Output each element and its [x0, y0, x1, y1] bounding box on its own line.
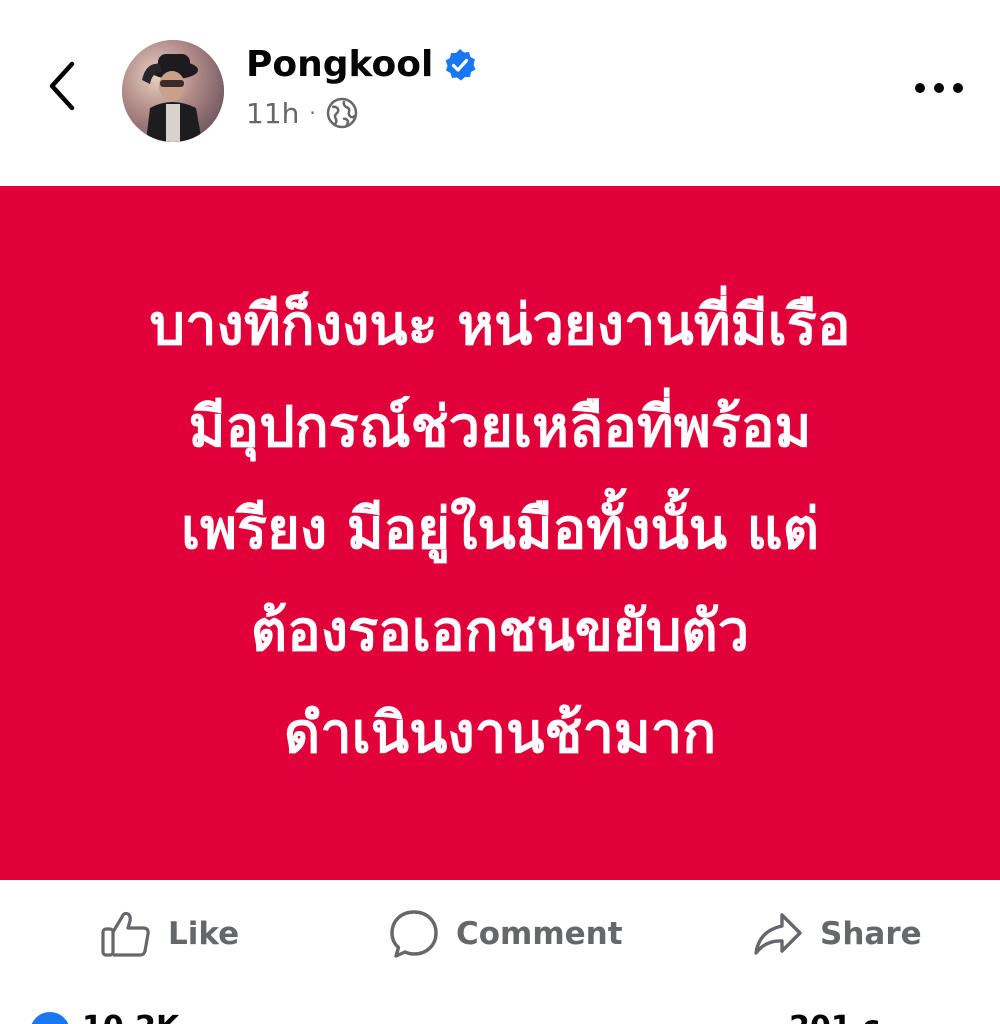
share-label: Share: [820, 916, 922, 952]
avatar-image: [122, 40, 224, 142]
meta-separator: ·: [309, 101, 316, 125]
post-action-bar: Like Comment Share: [0, 880, 1000, 984]
post-text-line: บางทีก็งงนะ หน่วยงานที่มีเรือ: [149, 293, 851, 358]
author-name[interactable]: Pongkool: [246, 42, 433, 88]
avatar[interactable]: [122, 40, 224, 142]
share-button[interactable]: Share: [752, 908, 922, 960]
comment-count[interactable]: 201 c: [789, 1010, 880, 1024]
back-button[interactable]: [32, 54, 92, 118]
like-button[interactable]: Like: [100, 908, 239, 960]
reaction-count[interactable]: 10.2K: [82, 1010, 179, 1024]
chevron-left-icon: [49, 61, 75, 111]
comment-label: Comment: [456, 916, 623, 952]
post-text-line: เพรียง มีอยู่ในมือทั้งนั้น แต่: [180, 497, 820, 562]
post-text-line: ดำเนินงานช้ามาก: [283, 701, 717, 766]
comment-button[interactable]: Comment: [388, 908, 623, 960]
ellipsis-icon: [915, 83, 963, 93]
post-time[interactable]: 11h: [246, 97, 299, 130]
post-content-card[interactable]: บางทีก็งงนะ หน่วยงานที่มีเรือ มีอุปกรณ์ช…: [0, 186, 1000, 880]
like-label: Like: [168, 916, 240, 952]
like-reaction-icon[interactable]: [30, 1012, 70, 1024]
post-meta: 11h ·: [246, 95, 358, 131]
share-arrow-icon: [754, 913, 802, 955]
verified-badge-icon: [445, 49, 476, 81]
author-name-row[interactable]: Pongkool: [246, 42, 477, 88]
post-text: บางทีก็งงนะ หน่วยงานที่มีเรือ มีอุปกรณ์ช…: [50, 275, 950, 785]
globe-icon[interactable]: [326, 97, 358, 129]
post-header: Pongkool 11h ·: [0, 0, 1000, 186]
post-text-line: มีอุปกรณ์ช่วยเหลือที่พร้อม: [188, 395, 812, 460]
reactions-summary: 10.2K 201 c: [0, 1004, 1000, 1024]
more-options-button[interactable]: [904, 64, 974, 112]
thumbs-up-icon: [101, 911, 150, 957]
post-text-line: ต้องรอเอกชนขยับตัว: [250, 599, 750, 664]
speech-bubble-icon: [390, 910, 438, 958]
post-detail-page: Pongkool 11h · บางทีก็งงนะ หน่วยงานที่มี…: [0, 0, 1000, 1024]
